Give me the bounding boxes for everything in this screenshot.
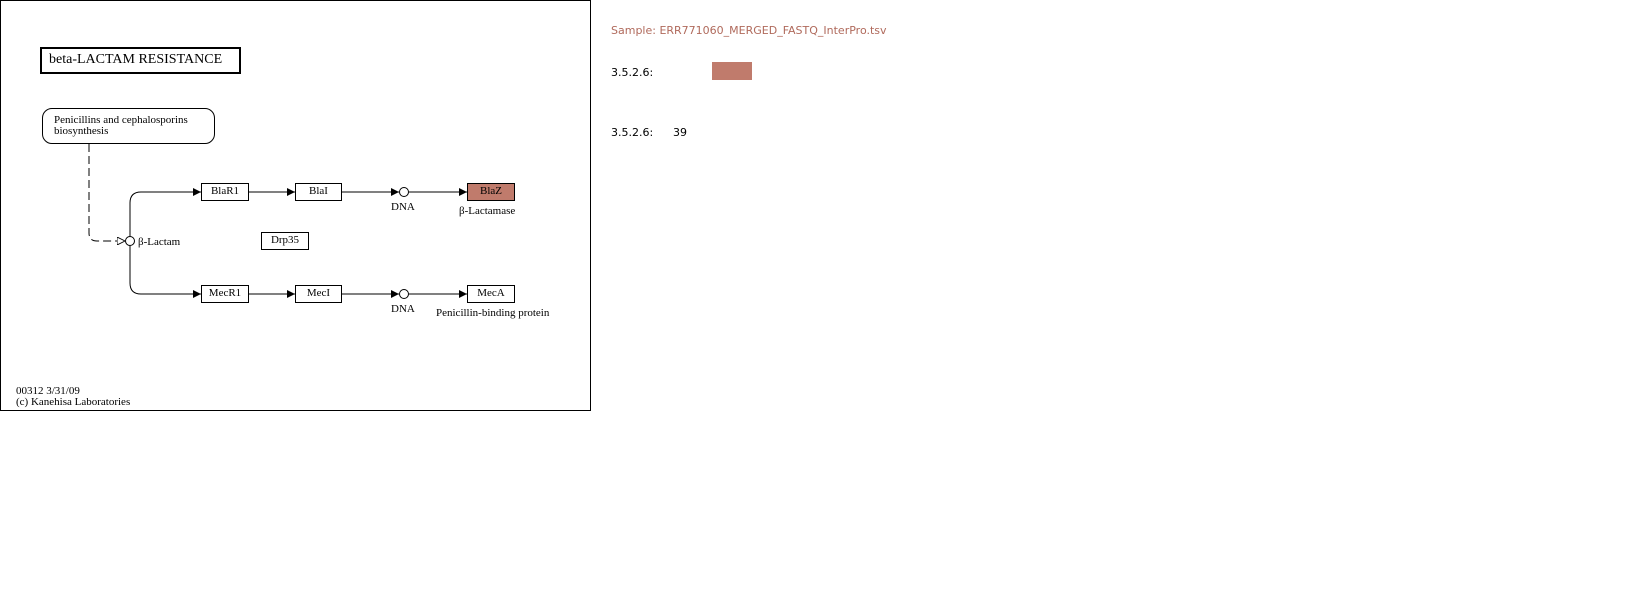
pathway-map: beta-LACTAM RESISTANCE Penicillins and c… bbox=[0, 0, 591, 411]
blaz-caption: β-Lactamase bbox=[459, 205, 516, 217]
dna-top-label: DNA bbox=[391, 201, 415, 213]
footer-copyright: (c) Kanehisa Laboratories bbox=[16, 396, 131, 408]
ec-row-2-label: 3.5.2.6: bbox=[611, 126, 654, 139]
dna-top-node[interactable] bbox=[399, 187, 409, 197]
gene-blaz[interactable]: BlaZ bbox=[467, 183, 515, 201]
meca-caption: Penicillin-binding protein bbox=[436, 307, 550, 319]
gene-blar1[interactable]: BlaR1 bbox=[201, 183, 249, 201]
gene-mecr1[interactable]: MecR1 bbox=[201, 285, 249, 303]
ec-row-1-label: 3.5.2.6: bbox=[611, 66, 654, 79]
abundance-color-swatch bbox=[712, 62, 752, 80]
dashed-link bbox=[88, 144, 125, 241]
linked-map-label-line2: biosynthesis bbox=[54, 125, 109, 137]
compound-beta-lactam-node[interactable] bbox=[125, 236, 135, 246]
dna-bottom-label: DNA bbox=[391, 303, 415, 315]
edge-lactam-blar1 bbox=[129, 188, 201, 236]
gene-meci[interactable]: MecI bbox=[295, 285, 342, 303]
gene-blai[interactable]: BlaI bbox=[295, 183, 342, 201]
gene-meca[interactable]: MecA bbox=[467, 285, 515, 303]
pathway-title: beta-LACTAM RESISTANCE bbox=[40, 47, 241, 74]
ec-row-2-count: 39 bbox=[673, 126, 687, 139]
compound-beta-lactam-label: β-Lactam bbox=[138, 236, 181, 248]
dna-bottom-node[interactable] bbox=[399, 289, 409, 299]
sample-label: Sample: ERR771060_MERGED_FASTQ_InterPro.… bbox=[611, 24, 887, 37]
gene-drp35[interactable]: Drp35 bbox=[261, 232, 309, 250]
linked-map-penicillins-biosynthesis[interactable]: Penicillins and cephalosporins biosynthe… bbox=[42, 108, 215, 144]
edge-lactam-mecr1 bbox=[129, 246, 201, 298]
